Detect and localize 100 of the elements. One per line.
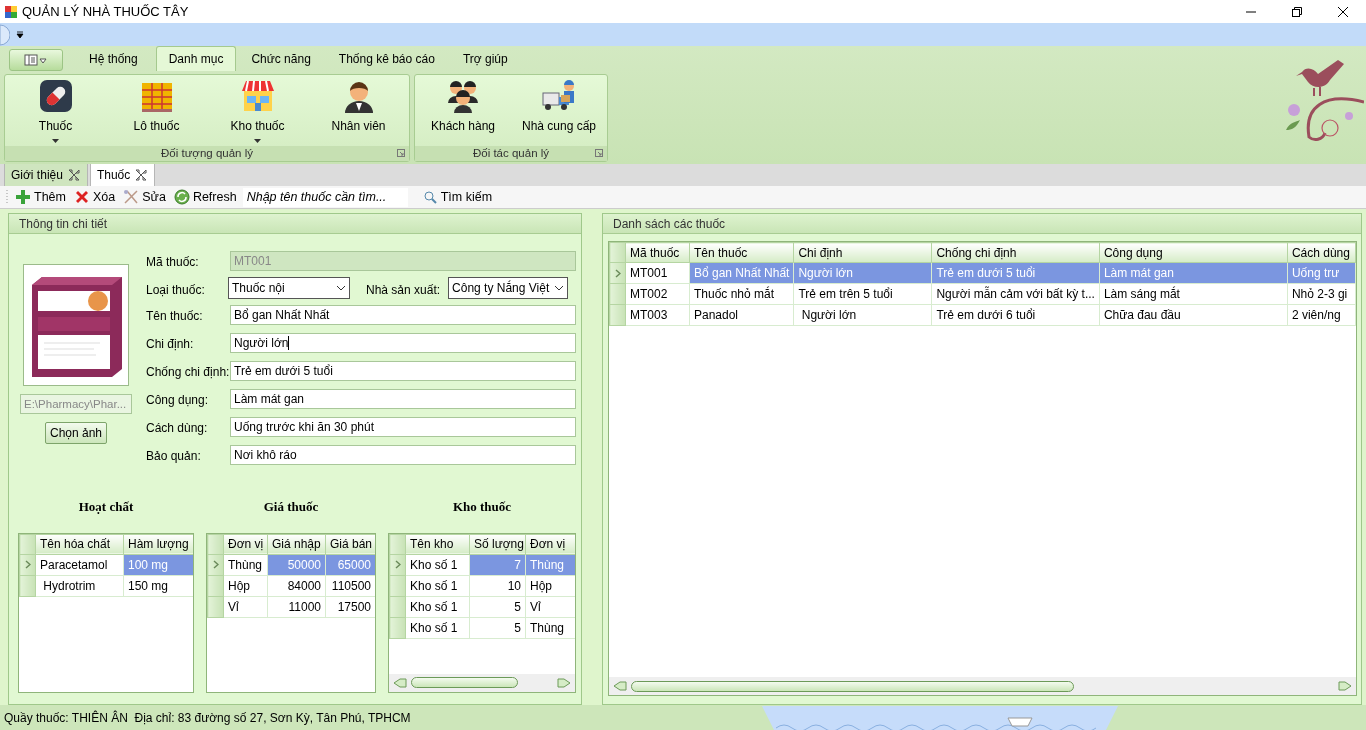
field-label: Chống chi định: [146,364,230,381]
ribbon-button[interactable]: Kho thuốc [207,75,308,146]
table-cell: Chữa đau đầu [1099,304,1288,326]
table-cell: Làm sáng mắt [1099,283,1288,305]
field-label: Chi định: [146,336,195,353]
search-field[interactable]: Nhập tên thuốc cần tìm... [242,187,408,207]
toolbar-button[interactable]: Sửa [121,187,168,207]
ribbon-tab[interactable]: Thống kê báo cáo [325,46,448,71]
group-title: Đối tượng quản lý [161,145,253,161]
ribbon-button[interactable]: Thuốc [5,75,106,146]
table-cell: 10 [469,575,526,596]
choose-image-button[interactable]: Chọn ảnh [45,422,107,444]
dropdown-field[interactable]: Thuốc nội [228,277,350,299]
panel-title: Danh sách các thuốc [613,215,726,233]
pin-icon[interactable] [134,168,149,182]
input-field[interactable]: Trẻ em dưới 5 tuổi [230,361,576,381]
column-header[interactable]: Giá nhập [267,534,326,554]
field-label: Loại thuốc: [146,282,206,299]
column-header[interactable]: Tên thuốc [689,242,794,263]
column-header[interactable]: Tên kho [405,534,470,554]
pin-icon[interactable] [66,168,81,182]
column-header[interactable]: Đơn vị [525,534,575,554]
table-cell: 11000 [267,596,326,617]
input-field[interactable]: Bổ gan Nhất Nhất [230,305,576,325]
table-cell: Thùng [223,554,268,575]
app-menu-button[interactable] [9,49,63,71]
scroll-left-icon[interactable] [613,681,627,691]
panel-icon [24,54,48,66]
grid-title: Kho thuốc [451,498,513,516]
ribbon-tab[interactable]: Hệ thống [73,46,154,71]
field-label: Mã thuốc: [146,254,200,271]
status-text: Quầy thuốc: THIÊN ÂN Địa chỉ: 83 đường số 27, Sơn Kỳ, Tân Phú, TPHCM [4,709,411,727]
column-header[interactable]: Công dụng [1099,242,1288,263]
column-header[interactable]: Chống chi định [931,242,1100,263]
table-cell: MT003 [625,304,690,326]
refresh-icon [173,189,190,205]
app-menu-icon[interactable] [0,23,10,46]
search-button[interactable]: Tìm kiếm [419,187,495,207]
table-cell: Kho số 1 [405,617,470,638]
input-field[interactable]: Người lớn [230,333,576,353]
document-tab[interactable]: Giới thiệu [4,163,88,186]
ribbon-button[interactable]: Khách hàng [415,75,511,146]
toolbar-button[interactable]: Xóa [71,187,118,207]
toolbar-button[interactable]: Refresh [171,187,239,207]
ribbon-tab[interactable]: Chức năng [238,46,324,71]
search-icon [421,189,438,205]
table-cell: MT001 [625,262,690,284]
ribbon-button[interactable]: Nhân viên [308,75,409,146]
field-label: Tên thuốc: [146,308,204,325]
grid-title: Giá thuốc [262,498,320,516]
table-cell: 2 viên/ng [1287,304,1356,326]
table-cell: Nhỏ 2-3 gi [1287,283,1356,305]
dialog-launcher-icon[interactable] [595,149,603,157]
chevron-down-icon [336,285,346,291]
scroll-left-icon[interactable] [393,677,407,688]
panel-title: Thông tin chi tiết [19,215,108,233]
horizontal-scrollbar[interactable] [389,673,575,692]
document-tab[interactable]: Thuốc [89,163,156,186]
table-cell: Panadol [689,304,794,326]
ribbon-tab[interactable]: Danh mục [155,46,237,71]
dialog-launcher-icon[interactable] [397,149,405,157]
dropdown-field[interactable]: Công ty Nắng Việt [448,277,569,299]
scroll-right-icon[interactable] [1338,681,1352,691]
field-label: Nhà sản xuất: [366,282,441,299]
table-cell: Người mẫn cảm với bất kỳ t... [931,283,1100,305]
plus-icon [15,189,31,205]
ribbon-button[interactable]: Nhà cung cấp [511,75,607,146]
column-header[interactable]: Hàm lượng [123,534,193,554]
column-header[interactable]: Cách dùng [1287,242,1356,263]
field-label: Công dụng: [146,392,210,409]
column-header[interactable]: Đơn vị [223,534,268,554]
input-field[interactable]: Nơi khô ráo [230,445,576,465]
customize-icon[interactable] [16,30,24,39]
table-cell: Kho số 1 [405,554,470,575]
table-cell: Thuốc nhỏ mắt [689,283,794,305]
table-cell: MT002 [625,283,690,305]
pill-icon [38,79,73,113]
table-cell: Vỉ [223,596,268,617]
column-header[interactable]: Giá bán [325,534,375,554]
table-cell: 84000 [267,575,326,596]
table-cell: Paracetamol [35,554,124,575]
table-cell: Trẻ em dưới 6 tuổi [931,304,1100,326]
table-cell: Kho số 1 [405,596,470,617]
column-header[interactable]: Mã thuốc [625,242,690,263]
ribbon-button[interactable]: Lô thuốc [106,75,207,146]
dropdown-icon [52,139,59,143]
column-header[interactable]: Tên hóa chất [35,534,124,554]
column-header[interactable]: Chi định [793,242,932,263]
toolbar-button[interactable]: Thêm [13,187,68,207]
ribbon-tab[interactable]: Trợ giúp [449,46,521,71]
field-label: Cách dùng: [146,420,209,437]
horizontal-scrollbar[interactable] [609,677,1356,695]
table-cell: 5 [469,617,526,638]
scroll-right-icon[interactable] [557,677,571,688]
delivery-icon [542,79,576,113]
input-field[interactable]: Uống trước khi ăn 30 phút [230,417,576,437]
input-field[interactable]: Làm mát gan [230,389,576,409]
tools-icon [123,189,140,205]
column-header[interactable]: Số lượng [469,534,526,554]
window-title: QUẢN LÝ NHÀ THUỐC TÂY [22,2,189,21]
